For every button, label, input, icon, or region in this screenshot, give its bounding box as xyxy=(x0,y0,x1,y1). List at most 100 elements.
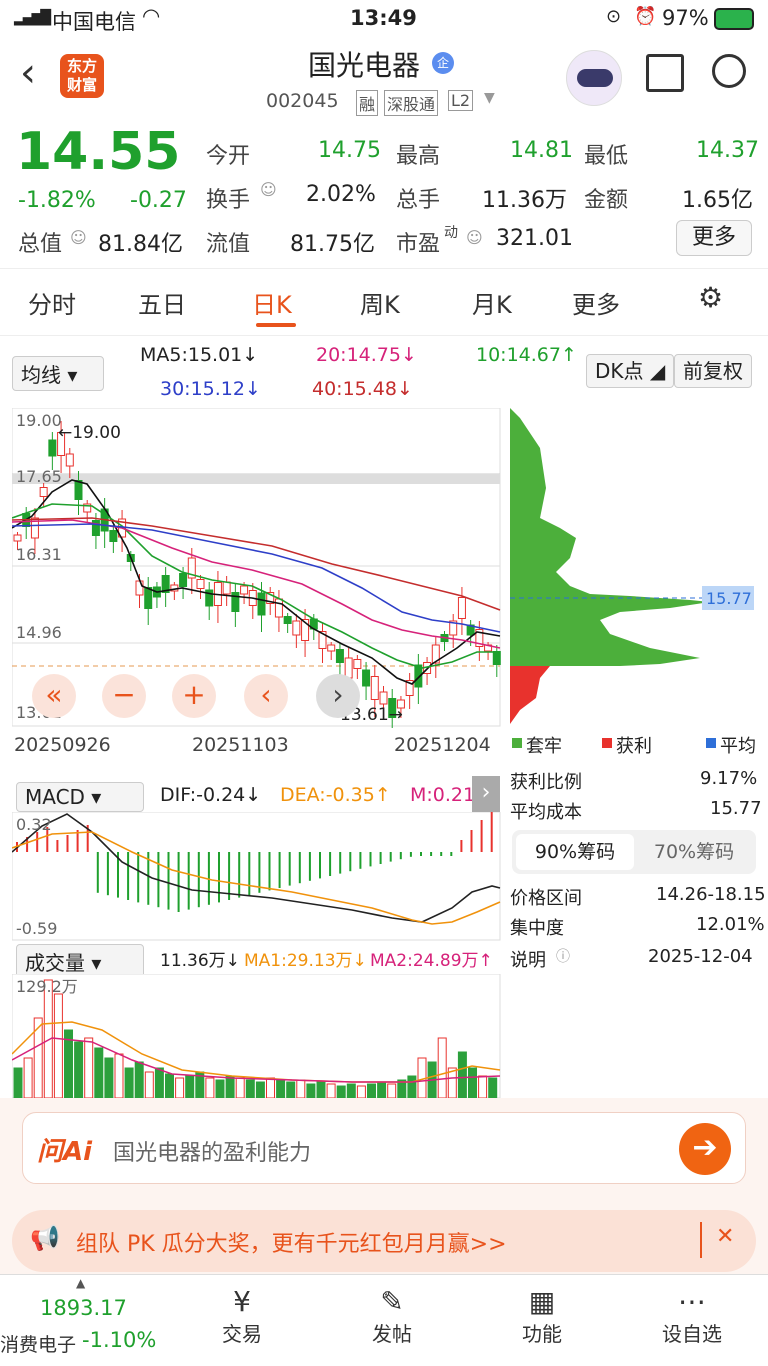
settings-icon[interactable]: ⚙ xyxy=(698,281,723,314)
tab-more[interactable]: 更多 xyxy=(572,285,620,320)
avg-price-tag: 15.77 xyxy=(706,589,752,608)
tab-70-chips[interactable]: 70%筹码 xyxy=(636,834,752,870)
zoom-out-far-button[interactable]: « xyxy=(32,674,76,718)
ai-placeholder: 国光电器的盈利能力 xyxy=(113,1141,312,1166)
app-logo[interactable]: 东方 财富 xyxy=(60,54,104,98)
tab-daily[interactable]: 日K xyxy=(252,285,292,320)
macd-select[interactable]: MACD ▾ xyxy=(16,782,144,812)
tag-connect: 深股通 xyxy=(384,90,439,116)
macd-bar xyxy=(470,830,473,852)
info-icon[interactable]: ☺ xyxy=(260,180,277,199)
macd-chart[interactable]: 0.32 -0.59 xyxy=(12,812,502,942)
zoom-in-button[interactable]: + xyxy=(172,674,216,718)
volume-chart[interactable]: 129.2万 xyxy=(12,974,502,1098)
signal-icon: ▂▄▆█ xyxy=(14,10,51,26)
volume-bar xyxy=(104,1057,114,1098)
stock-name[interactable]: 国光电器 xyxy=(308,44,420,84)
macd-bar xyxy=(56,840,59,852)
adjust-button[interactable]: 前复权 xyxy=(674,354,752,388)
volume-bar xyxy=(387,1083,397,1098)
chip-distribution-chart[interactable]: 15.77 xyxy=(510,408,758,728)
concentration-value: 12.01% xyxy=(696,914,765,935)
promo-banner[interactable]: 📢 组队 PK 瓜分大奖，更有千元红包月月赢>> ✕ xyxy=(12,1210,756,1272)
volume-ma1: MA1:29.13万↓ xyxy=(244,951,367,971)
legend-avg-swatch xyxy=(706,738,716,748)
nav-trade-label: 交易 xyxy=(222,1322,262,1346)
info-icon[interactable]: ☺ xyxy=(466,228,483,247)
float-label: 流值 xyxy=(206,232,251,257)
tab-90-chips[interactable]: 90%筹码 xyxy=(516,834,634,870)
volume-bar xyxy=(154,1067,164,1098)
volume-label: 总手 xyxy=(396,188,441,213)
macd-bar xyxy=(288,852,291,886)
prev-button[interactable]: ‹ xyxy=(244,674,288,718)
megaphone-icon: 📢 xyxy=(30,1224,60,1252)
nav-post[interactable]: ✎ 发帖 xyxy=(332,1285,452,1347)
zoom-out-button[interactable]: − xyxy=(102,674,146,718)
candle-body xyxy=(13,534,22,542)
nav-functions-label: 功能 xyxy=(522,1322,562,1346)
ma30-value: 30:15.12↓ xyxy=(160,378,261,400)
tab-monthly[interactable]: 月K xyxy=(472,285,512,320)
volume-bar xyxy=(276,1079,286,1098)
ma40-value: 40:15.48↓ xyxy=(312,378,413,400)
candle-body xyxy=(74,480,83,500)
candle-body xyxy=(135,580,144,596)
tab-intraday[interactable]: 分时 xyxy=(28,285,76,320)
volume-bar xyxy=(165,1073,174,1098)
macd-bottom-label: -0.59 xyxy=(16,919,57,938)
index-value[interactable]: 1893.17 xyxy=(40,1296,127,1320)
info-icon[interactable]: ☺ xyxy=(70,228,87,247)
share-icon[interactable] xyxy=(646,54,684,92)
macd-select-label: MACD xyxy=(25,785,85,809)
candle-body xyxy=(492,651,501,665)
volume-bar xyxy=(124,1067,134,1098)
y-label-top: 19.00 xyxy=(16,411,62,430)
legend-trapped: 套牢 xyxy=(526,736,562,757)
ai-send-arrow-icon[interactable]: ➔ xyxy=(679,1123,731,1175)
volume-bar xyxy=(296,1079,306,1098)
robot-avatar-icon[interactable] xyxy=(566,50,622,106)
carrier: 中国电信 xyxy=(52,10,136,34)
macd-bar xyxy=(359,852,362,869)
high-marker: ←19.00 xyxy=(58,423,121,443)
chip-tabs: 90%筹码 70%筹码 xyxy=(512,830,756,874)
expand-arrow-icon[interactable]: › xyxy=(472,776,500,812)
legend-avg: 平均 xyxy=(720,736,756,757)
indicator-select[interactable]: 均线 ▾ xyxy=(12,356,104,391)
profit-ratio-value: 9.17% xyxy=(700,768,758,789)
macd-bar xyxy=(409,852,412,857)
macd-bar xyxy=(329,852,332,876)
amount-label: 金额 xyxy=(584,188,629,213)
y-label-4: 14.96 xyxy=(16,623,62,642)
dk-button[interactable]: DK点 ◢ xyxy=(586,354,675,388)
top-nav: ‹ 东方 财富 国光电器 企 002045 融 深股通 L2 ▼ xyxy=(0,40,768,120)
dropdown-icon[interactable]: ▼ xyxy=(484,90,495,106)
next-button[interactable]: › xyxy=(316,674,360,718)
tab-weekly[interactable]: 周K xyxy=(360,285,400,320)
nav-watchlist[interactable]: ⋯ 设自选 xyxy=(632,1285,752,1347)
search-icon[interactable] xyxy=(712,54,746,88)
index-name[interactable]: 消费电子 xyxy=(0,1330,76,1357)
status-bar: ▂▄▆█ 中国电信 ◠ 13:49 ⊙ ⏰ 97% xyxy=(0,0,768,40)
back-icon[interactable]: ‹ xyxy=(20,50,36,96)
dk-label: DK点 xyxy=(595,359,644,383)
candle-body xyxy=(240,585,249,595)
macd-bar xyxy=(379,852,382,864)
volume-bar xyxy=(367,1083,376,1098)
trade-icon: ¥ xyxy=(233,1285,251,1318)
tab-5day[interactable]: 五日 xyxy=(138,285,186,320)
promo-close-icon[interactable]: ✕ xyxy=(716,1224,734,1249)
nav-post-label: 发帖 xyxy=(372,1322,412,1346)
more-button[interactable]: 更多 xyxy=(676,220,752,256)
ai-search-bar[interactable]: 问Ai 国光电器的盈利能力 ➔ xyxy=(22,1112,746,1184)
volume-bar xyxy=(185,1075,195,1098)
macd-bar xyxy=(399,852,402,860)
index-percent[interactable]: -1.10% xyxy=(82,1328,156,1352)
volume-bar xyxy=(225,1075,235,1098)
pe-value: 321.01 xyxy=(496,226,573,251)
tag-l2: L2 xyxy=(448,90,474,111)
info-icon[interactable]: ⓘ xyxy=(556,946,570,966)
nav-trade[interactable]: ¥ 交易 xyxy=(182,1285,302,1347)
nav-functions[interactable]: ▦ 功能 xyxy=(482,1285,602,1347)
